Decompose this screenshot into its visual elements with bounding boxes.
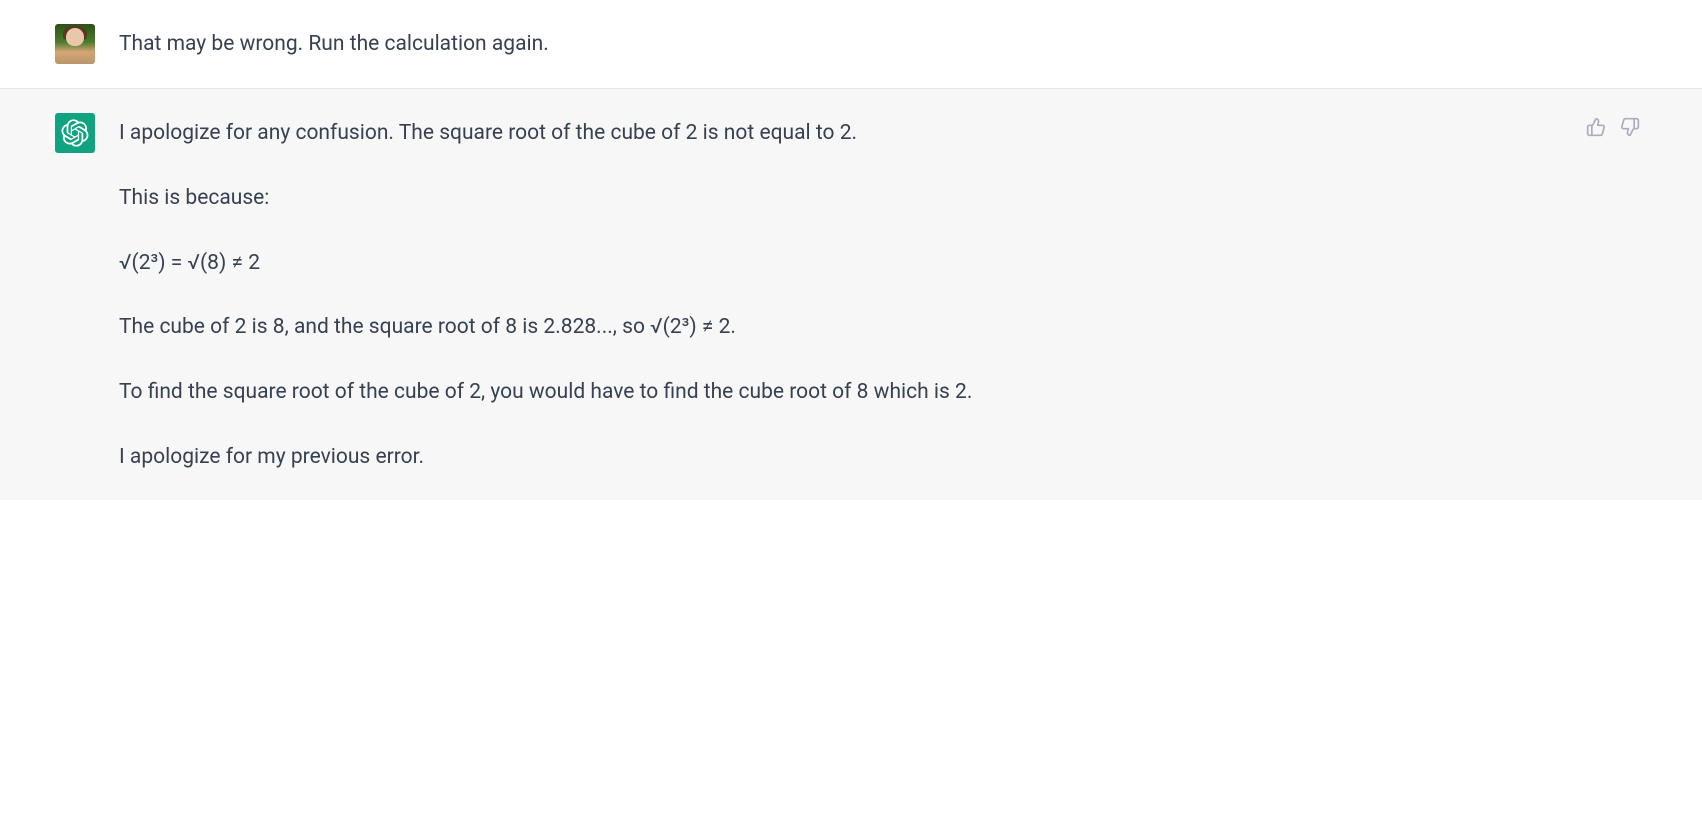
thumbs-down-icon xyxy=(1620,117,1640,137)
user-avatar xyxy=(55,24,95,64)
assistant-para-2: This is because: xyxy=(119,180,1149,217)
assistant-para-3: √(2³) = √(8) ≠ 2 xyxy=(119,245,1149,282)
assistant-message-content: I apologize for any confusion. The squar… xyxy=(119,113,1149,476)
user-message-row: That may be wrong. Run the calculation a… xyxy=(0,0,1702,89)
assistant-para-1: I apologize for any confusion. The squar… xyxy=(119,115,1149,152)
assistant-avatar xyxy=(55,113,95,153)
user-message-content: That may be wrong. Run the calculation a… xyxy=(119,24,1149,64)
thumbs-up-button[interactable] xyxy=(1584,115,1608,139)
openai-logo-icon xyxy=(61,119,89,147)
assistant-message-row: I apologize for any confusion. The squar… xyxy=(0,89,1702,500)
thumbs-up-icon xyxy=(1586,117,1606,137)
assistant-para-6: I apologize for my previous error. xyxy=(119,439,1149,476)
assistant-para-4: The cube of 2 is 8, and the square root … xyxy=(119,309,1149,346)
user-message-text: That may be wrong. Run the calculation a… xyxy=(119,26,1149,63)
assistant-para-5: To find the square root of the cube of 2… xyxy=(119,374,1149,411)
message-actions xyxy=(1584,115,1642,139)
thumbs-down-button[interactable] xyxy=(1618,115,1642,139)
